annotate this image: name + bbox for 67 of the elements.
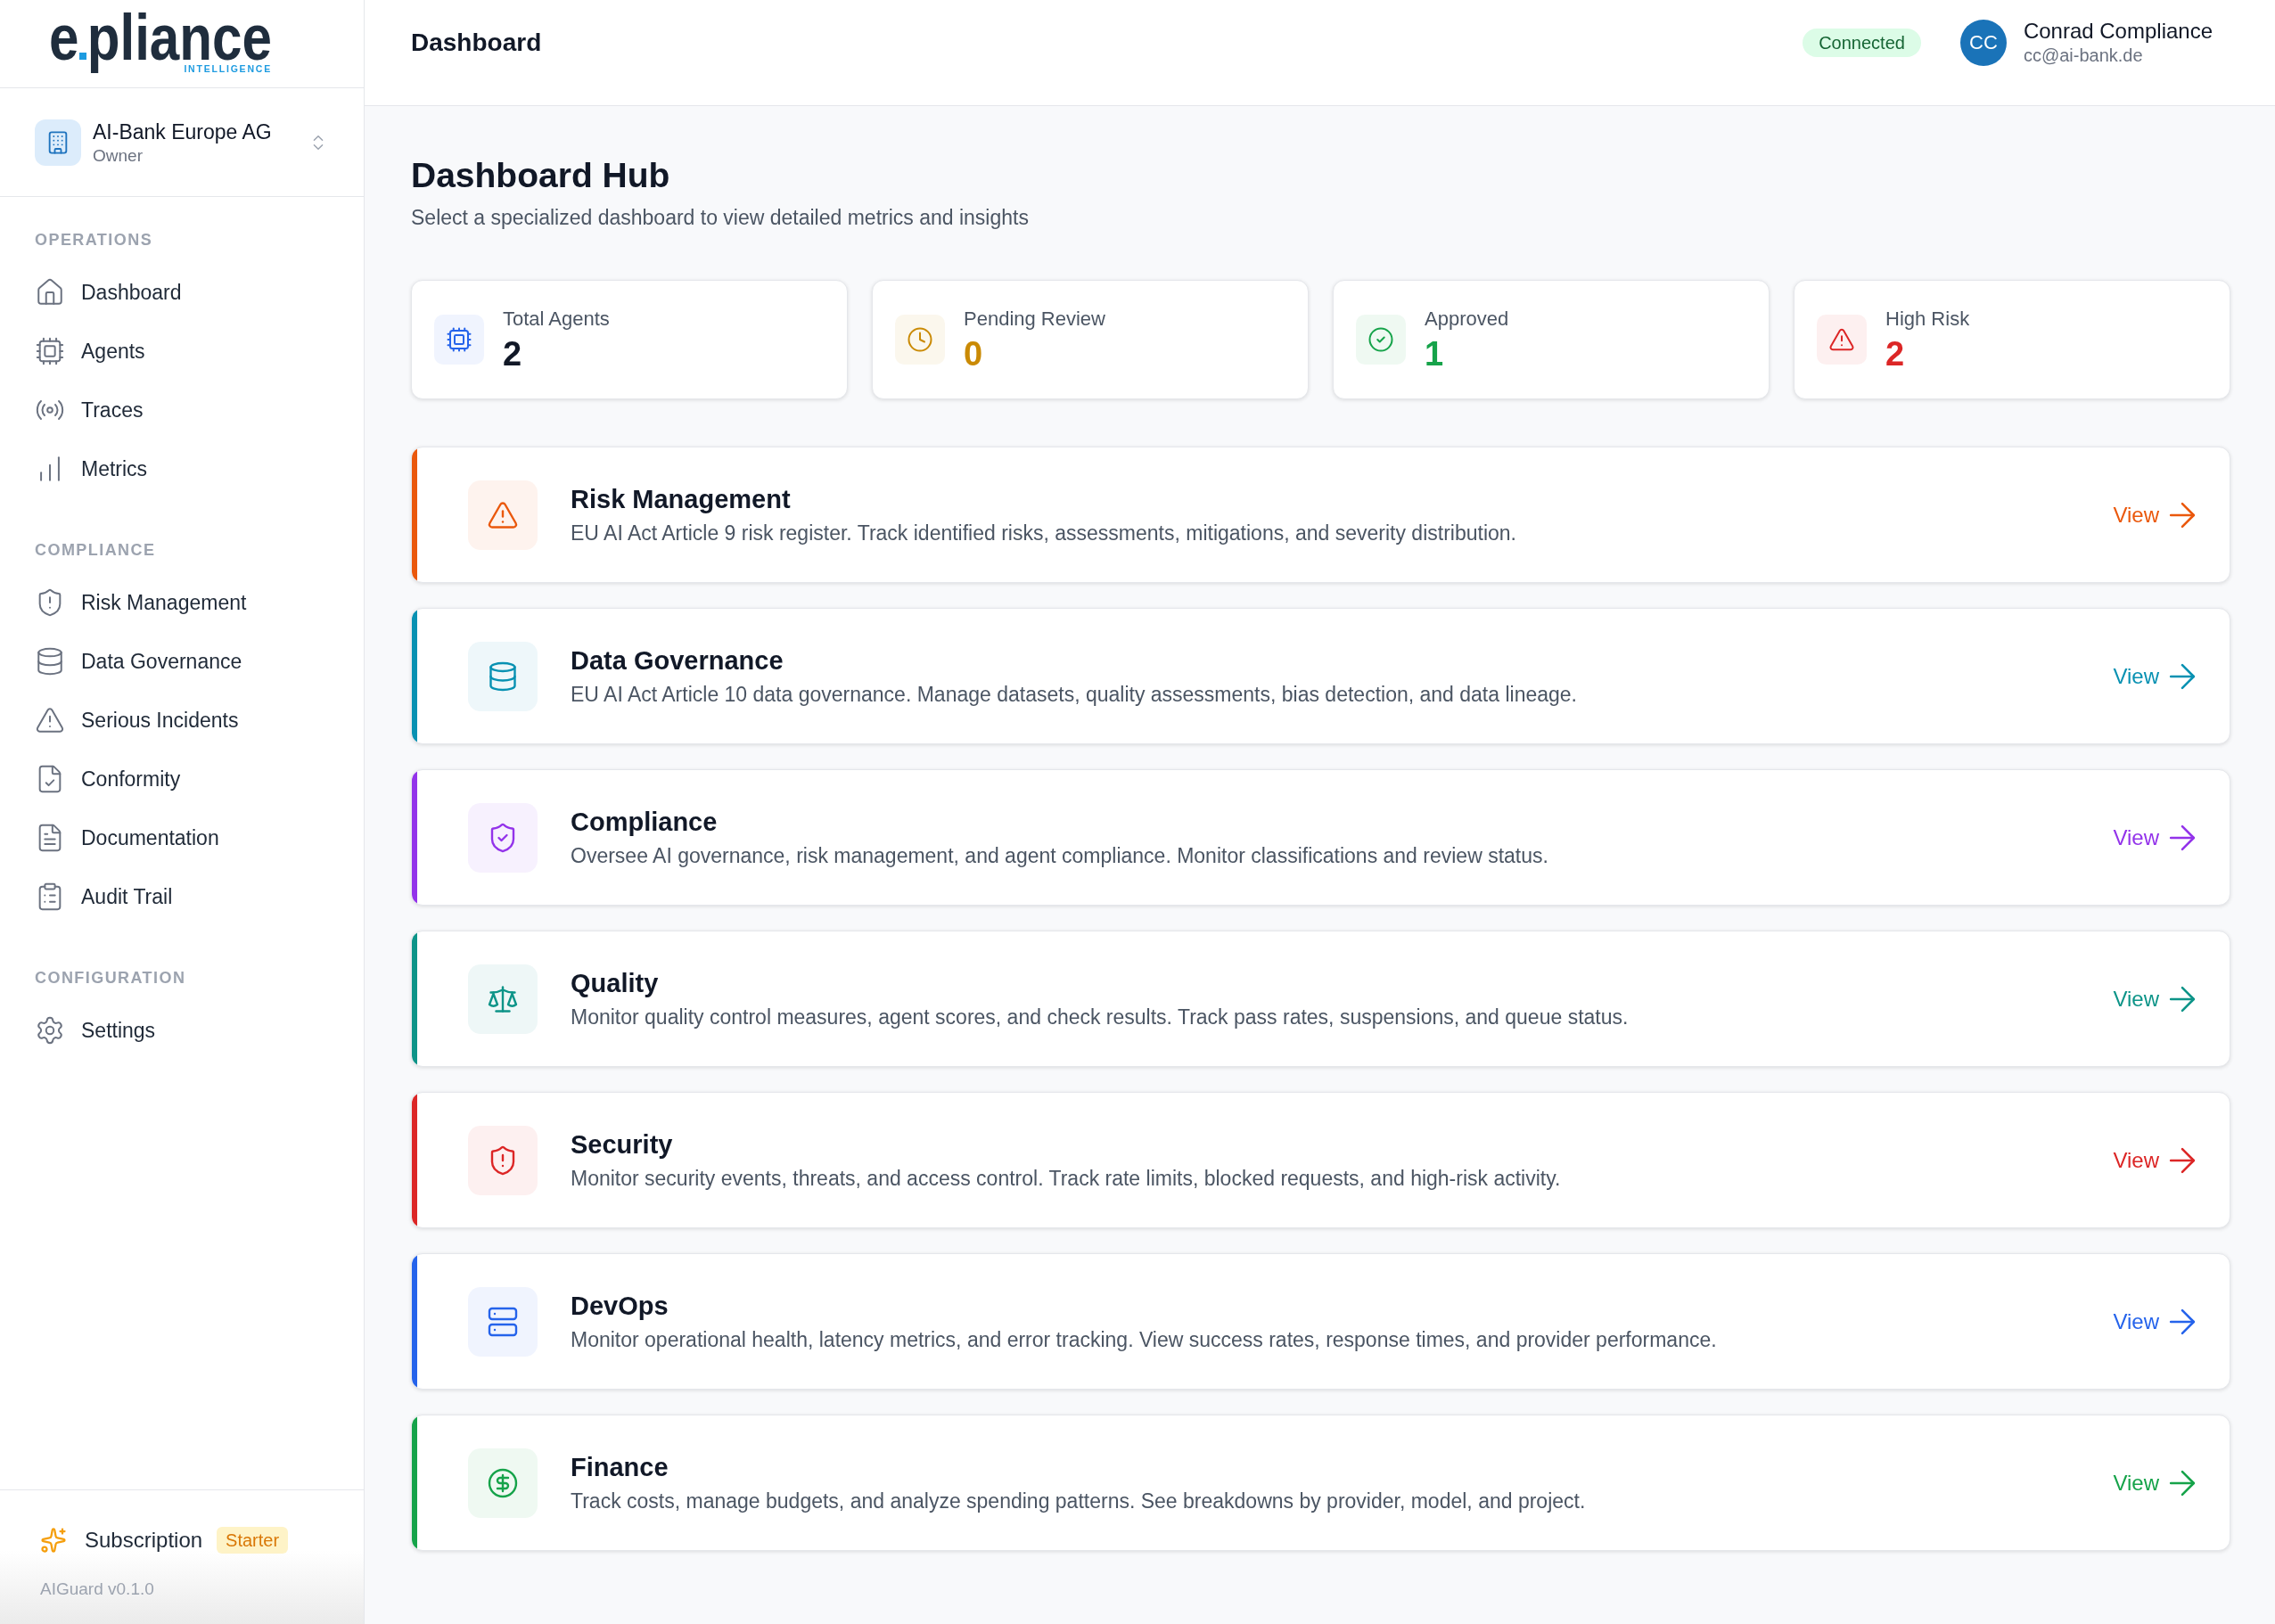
module-title: Risk Management <box>571 484 792 515</box>
nav-item[interactable]: Audit Trail <box>24 867 340 926</box>
database-icon <box>468 641 538 711</box>
subscription-link[interactable]: Subscription <box>40 1524 203 1556</box>
scale-icon <box>468 964 538 1034</box>
avatar[interactable]: CC <box>1959 19 2007 66</box>
warning-triangle-icon <box>35 705 65 735</box>
stat-value: 2 <box>1885 335 1906 373</box>
user-email: cc@ai-bank.de <box>2023 44 2144 67</box>
nav-item[interactable]: Conformity <box>24 750 340 808</box>
sparkles-icon <box>40 1527 67 1554</box>
nav-item[interactable]: Traces <box>24 381 340 439</box>
module-title: DevOps <box>571 1291 669 1322</box>
section-heading: OPERATIONS <box>34 230 154 250</box>
database-icon <box>35 646 65 677</box>
module-description: EU AI Act Article 10 data governance. Manage datasets, quality assessments, bias detection, and data lineage. <box>571 682 1578 708</box>
module-title: Compliance <box>571 807 719 838</box>
server-icon <box>468 1286 538 1357</box>
organization-name: AI-Bank Europe AG <box>93 119 273 145</box>
view-link[interactable]: View <box>2113 979 2202 1019</box>
stat-value: 1 <box>1425 335 1445 373</box>
nav-item[interactable]: Documentation <box>24 808 340 867</box>
version-label: AIGuard v0.1.0 <box>40 1579 155 1600</box>
nav-item[interactable]: Metrics <box>24 439 340 498</box>
house-icon <box>35 277 65 308</box>
module-description: Oversee AI governance, risk management, and agent compliance. Monitor classifications and review status. <box>571 843 1549 869</box>
user-name: Conrad Compliance <box>2023 18 2213 44</box>
view-link[interactable]: View <box>2113 1140 2202 1180</box>
module-description: EU AI Act Article 9 risk register. Track identified risks, assessments, mitigations, and severity distribution. <box>571 521 1517 546</box>
view-link[interactable]: View <box>2113 817 2202 857</box>
shield-alert-icon <box>468 1125 538 1195</box>
dollar-coin-icon <box>468 1448 538 1518</box>
nav-item[interactable]: Settings <box>24 1001 340 1060</box>
view-link[interactable]: View <box>2113 495 2202 535</box>
plan-badge: Starter <box>217 1527 289 1554</box>
module-description: Monitor quality control measures, agent scores, and check results. Track pass rates, suspensions, and queue status. <box>571 1005 1630 1030</box>
module-description: Track costs, manage budgets, and analyze spending patterns. See breakdowns by provider, model, and project. <box>571 1489 1587 1514</box>
nav-item[interactable]: Agents <box>24 322 340 381</box>
module-title: Finance <box>571 1452 669 1483</box>
nav-item[interactable]: Serious Incidents <box>24 691 340 750</box>
shield-check-icon <box>468 802 538 873</box>
section-heading: CONFIGURATION <box>34 968 187 988</box>
stat-label: Total Agents <box>503 307 610 332</box>
organization-role: Owner <box>93 144 144 167</box>
stat-label: High Risk <box>1885 307 1970 332</box>
hub-subtitle: Select a specialized dashboard to view detailed metrics and insights <box>411 205 1030 231</box>
nav-item[interactable]: Risk Management <box>24 573 340 632</box>
section-heading: COMPLIANCE <box>34 540 157 561</box>
nav-item[interactable]: Dashboard <box>24 263 340 322</box>
settings-icon <box>35 1015 65 1046</box>
connection-status: Connected <box>1803 28 1921 57</box>
view-link[interactable]: View <box>2113 656 2202 696</box>
module-title: Quality <box>571 968 660 999</box>
building-icon <box>35 119 81 166</box>
module-title: Data Governance <box>571 645 784 677</box>
stat-value: 0 <box>964 335 984 373</box>
view-link[interactable]: View <box>2113 1301 2202 1341</box>
stat-label: Approved <box>1425 307 1509 332</box>
stat-label: Pending Review <box>964 307 1105 332</box>
module-description: Monitor security events, threats, and access control. Track rate limits, blocked requests, and high-risk activity. <box>571 1166 1562 1192</box>
stat-value: 2 <box>503 335 523 373</box>
hub-heading: Dashboard Hub <box>411 155 671 196</box>
module-description: Monitor operational health, latency metrics, and error tracking. View success rates, response times, and provider performance. <box>571 1327 1718 1353</box>
nav-item[interactable]: Data Governance <box>24 632 340 691</box>
chip-icon <box>35 336 65 366</box>
page-title: Dashboard <box>411 27 542 58</box>
module-title: Security <box>571 1129 674 1161</box>
